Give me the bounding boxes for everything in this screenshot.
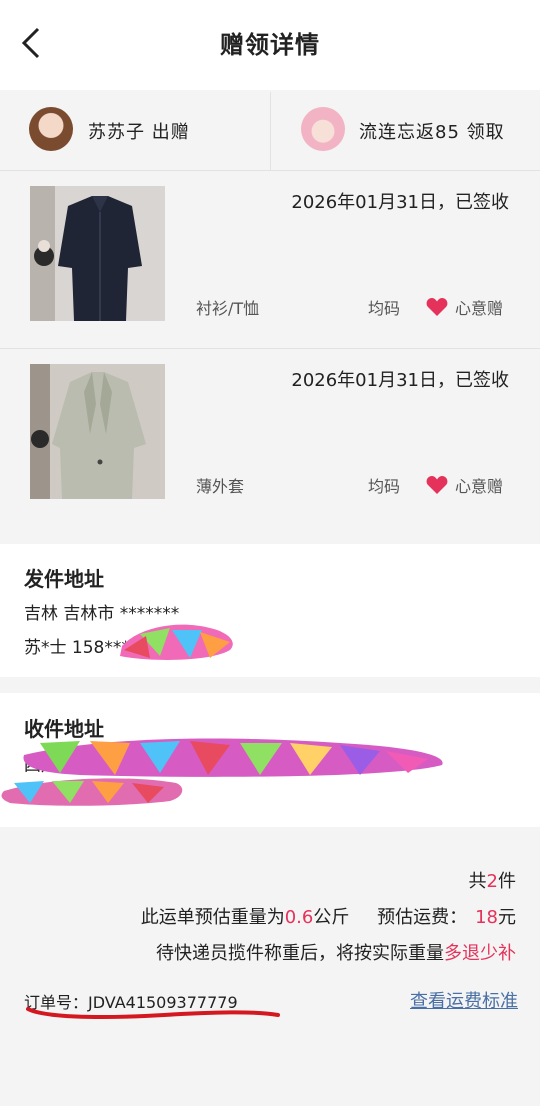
shipping-summary: 共2件 此运单预估重量为0.6公斤 预估运费： 18元 待快递员揽件称重后，将按实… xyxy=(0,827,540,1106)
gift-type-label: 心意赠 xyxy=(455,299,504,318)
fee-value: 18 xyxy=(475,907,498,928)
receiver-info[interactable]: 流连忘返85 领取 xyxy=(271,92,540,170)
item-status-date: 2026年01月31日，已签收 xyxy=(291,192,509,213)
item-count: 共2件 xyxy=(468,871,516,892)
giver-action: 出赠 xyxy=(151,122,190,143)
privacy-scribble xyxy=(1,778,183,806)
item-category: 衬衫/T恤 xyxy=(196,299,260,318)
item-count-value: 2 xyxy=(486,871,498,892)
item-category: 薄外套 xyxy=(196,477,245,496)
receiver-name: 流连忘返85 xyxy=(359,122,460,143)
item-size: 均码 xyxy=(368,299,401,318)
gift-item[interactable]: 2026年01月31日，已签收 薄外套 均码 心意赠 xyxy=(0,349,540,525)
privacy-scribble xyxy=(120,624,233,660)
item-size: 均码 xyxy=(368,477,401,496)
giver-avatar[interactable] xyxy=(29,107,73,151)
divider xyxy=(270,92,271,170)
heart-icon xyxy=(426,298,448,316)
heart-icon xyxy=(426,476,448,494)
fee-standard-link[interactable]: 查看运费标准 xyxy=(410,987,518,1013)
weight-value: 0.6 xyxy=(284,907,314,928)
sender-address-title: 发件地址 xyxy=(24,567,104,591)
sender-address-card: 发件地址 吉林 吉林市 ******* 苏*士 158**** xyxy=(0,544,540,677)
gift-type-label: 心意赠 xyxy=(455,477,504,496)
item-status-date: 2026年01月31日，已签收 xyxy=(291,370,509,391)
item-photo-jacket[interactable] xyxy=(30,364,165,499)
page-title: 赠领详情 xyxy=(220,31,320,59)
weight-note: 待快递员揽件称重后，将按实际重量多退少补 xyxy=(156,943,516,964)
gift-item[interactable]: 2026年01月31日，已签收 衬衫/T恤 均码 心意赠 xyxy=(0,171,540,347)
receiver-avatar[interactable] xyxy=(301,107,345,151)
giver-name: 苏苏子 xyxy=(88,122,145,143)
top-bar: 赠领详情 xyxy=(0,0,540,90)
weight-fee-line: 此运单预估重量为0.6公斤 预估运费： 18元 xyxy=(140,907,516,928)
giver-info[interactable]: 苏苏子 出赠 xyxy=(0,92,270,170)
receiver-action: 领取 xyxy=(466,122,505,143)
red-underline-annotation xyxy=(26,1007,280,1019)
receiver-address-card: 收件地址 四川 成都 xyxy=(0,693,540,827)
item-photo-shirt[interactable] xyxy=(30,186,165,321)
